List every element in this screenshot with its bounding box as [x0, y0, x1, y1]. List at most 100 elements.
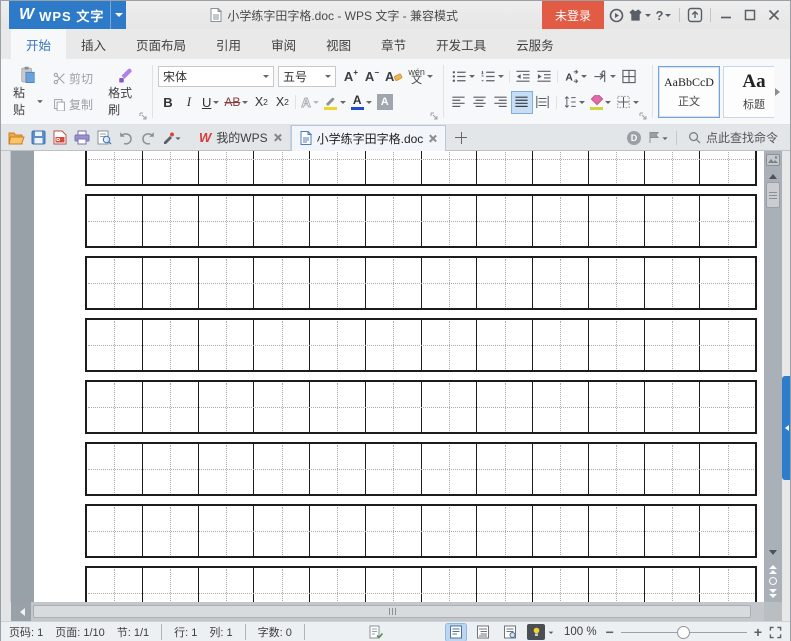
grid-cell[interactable] [422, 382, 478, 432]
clear-format-button[interactable]: A [383, 66, 405, 87]
paragraph-dialog-launcher[interactable] [639, 112, 647, 120]
grid-cell[interactable] [310, 151, 366, 184]
shading-color-button[interactable] [588, 92, 613, 113]
grid-cell[interactable] [589, 568, 645, 602]
grid-cell[interactable] [589, 258, 645, 308]
grid-cell[interactable] [366, 444, 422, 494]
increase-indent-button[interactable] [534, 66, 554, 87]
grid-cell[interactable] [199, 382, 255, 432]
print-icon[interactable] [71, 127, 93, 149]
grid-cell[interactable] [589, 506, 645, 556]
menu-tab-2[interactable]: 页面布局 [121, 29, 201, 59]
grid-cell[interactable] [143, 382, 199, 432]
grid-cell[interactable] [589, 320, 645, 370]
grid-cell[interactable] [143, 258, 199, 308]
grid-cell[interactable] [254, 568, 310, 602]
align-center-button[interactable] [470, 92, 490, 113]
char-shading-button[interactable]: A [375, 92, 395, 113]
clipboard-dialog-launcher[interactable] [139, 112, 147, 120]
grid-cell[interactable] [645, 444, 701, 494]
cut-button[interactable]: 剪切 [50, 68, 102, 89]
next-page-button[interactable] [764, 588, 782, 602]
tab-close-icon[interactable] [273, 133, 282, 142]
grid-cell[interactable] [310, 196, 366, 246]
grid-cell[interactable] [700, 506, 755, 556]
grid-cell[interactable] [143, 506, 199, 556]
undo-icon[interactable] [115, 127, 137, 149]
numbered-list-button[interactable] [478, 66, 506, 87]
grid-cell[interactable] [366, 196, 422, 246]
grid-cell[interactable] [310, 382, 366, 432]
grid-cell[interactable] [422, 568, 478, 602]
grid-cell[interactable] [143, 320, 199, 370]
grid-cell[interactable] [422, 258, 478, 308]
grid-cell[interactable] [87, 258, 143, 308]
grid-cell[interactable] [87, 568, 143, 602]
menu-tab-0[interactable]: 开始 [11, 29, 66, 59]
grid-cell[interactable] [422, 320, 478, 370]
align-right-button[interactable] [491, 92, 511, 113]
font-name-select[interactable]: 宋体 [158, 66, 274, 87]
web-layout-view-icon[interactable] [500, 624, 520, 641]
document-viewport[interactable] [11, 151, 764, 602]
subscript-button[interactable]: X2 [272, 92, 292, 113]
tab-close-icon[interactable] [428, 134, 437, 143]
grid-cell[interactable] [645, 151, 701, 184]
zoom-in-button[interactable]: + [754, 627, 762, 637]
grid-cell[interactable] [533, 382, 589, 432]
grid-cell[interactable] [143, 568, 199, 602]
style-card-1[interactable]: Aa标题 [723, 66, 774, 118]
zoom-slider-thumb[interactable] [677, 626, 690, 639]
grid-cell[interactable] [477, 151, 533, 184]
grid-cell[interactable] [422, 151, 478, 184]
grid-cell[interactable] [422, 444, 478, 494]
grid-cell[interactable] [533, 506, 589, 556]
grid-cell[interactable] [366, 382, 422, 432]
previous-page-button[interactable] [764, 560, 782, 574]
minimize-button[interactable] [714, 1, 738, 29]
menu-tab-1[interactable]: 插入 [66, 29, 121, 59]
zoom-slider[interactable] [621, 624, 747, 641]
grid-cell[interactable] [143, 196, 199, 246]
strikethrough-button[interactable]: AB [222, 92, 250, 113]
font-dialog-launcher[interactable] [430, 112, 438, 120]
grid-cell[interactable] [533, 320, 589, 370]
grid-cell[interactable] [254, 196, 310, 246]
grid-cell[interactable] [477, 196, 533, 246]
grid-cell[interactable] [199, 568, 255, 602]
wps-menu-button[interactable]: W WPS 文字 [9, 1, 126, 29]
grid-cell[interactable] [533, 151, 589, 184]
skin-theme-icon[interactable] [628, 1, 652, 29]
document-page[interactable] [34, 151, 764, 602]
grid-cell[interactable] [310, 320, 366, 370]
grid-cell[interactable] [199, 506, 255, 556]
pinyin-guide-button[interactable]: wén文 [406, 66, 435, 87]
document-tab-0[interactable]: W我的WPS [191, 125, 291, 151]
grid-cell[interactable] [700, 196, 755, 246]
grid-cell[interactable] [254, 258, 310, 308]
font-size-select[interactable]: 五号 [278, 66, 336, 87]
grid-cell[interactable] [254, 506, 310, 556]
grid-cell[interactable] [645, 568, 701, 602]
feedback-icon[interactable] [604, 1, 628, 29]
grid-cell[interactable] [645, 320, 701, 370]
grid-cell[interactable] [143, 444, 199, 494]
find-command-search[interactable]: 点此查找命令 [680, 129, 786, 146]
decrease-font-button[interactable]: A− [362, 66, 382, 87]
grid-cell[interactable] [143, 151, 199, 184]
grid-cell[interactable] [589, 196, 645, 246]
close-button[interactable] [762, 1, 786, 29]
grid-cell[interactable] [366, 506, 422, 556]
grid-cell[interactable] [422, 506, 478, 556]
grid-cell[interactable] [589, 444, 645, 494]
grid-cell[interactable] [533, 444, 589, 494]
menu-tab-5[interactable]: 视图 [311, 29, 366, 59]
grid-cell[interactable] [199, 258, 255, 308]
fullscreen-icon[interactable] [769, 626, 782, 639]
scroll-left-button[interactable] [11, 602, 31, 621]
spellcheck-icon[interactable] [369, 625, 383, 639]
grid-cell[interactable] [254, 151, 310, 184]
grid-cell[interactable] [477, 320, 533, 370]
open-file-icon[interactable] [5, 127, 27, 149]
task-flag-icon[interactable] [645, 127, 673, 149]
